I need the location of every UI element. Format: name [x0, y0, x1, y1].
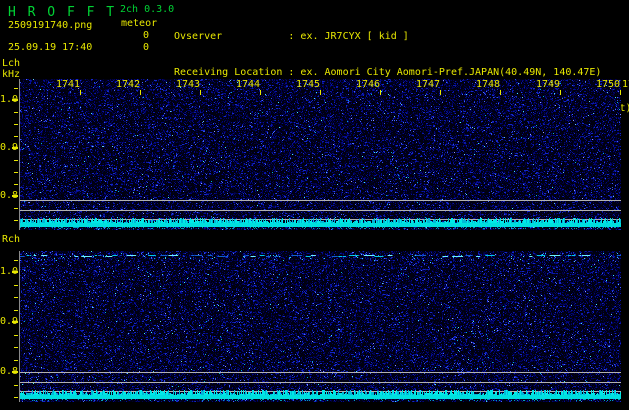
rch-minor-tick	[14, 347, 18, 348]
location-line: Receiving Location : ex. Aomori City Aom…	[174, 67, 602, 78]
long-echo-count: 0	[143, 42, 150, 53]
minute-tick	[260, 90, 261, 95]
time-label: 1746	[356, 79, 381, 90]
time-label: 1744	[236, 79, 261, 90]
rch-minor-tick	[14, 310, 18, 311]
rch-major-tick	[12, 371, 18, 373]
hrofft-window: H R O F F T 2ch 0.3.0 2509191740.png met…	[0, 0, 629, 410]
observer-line: Ovserver : ex. JR7CYX [ kid ]	[174, 31, 409, 42]
app-title: H R O F F T	[8, 5, 117, 20]
lch-minor-tick	[14, 88, 18, 89]
rch-minor-tick	[14, 285, 18, 286]
rch-major-tick	[12, 321, 18, 323]
rch-spectrogram-canvas	[20, 251, 621, 402]
time-label-partial: 1751	[622, 79, 629, 90]
rch-minor-tick	[14, 260, 18, 261]
lch-major-tick	[12, 195, 18, 197]
time-label: 1749	[536, 79, 561, 90]
minute-tick	[380, 90, 381, 95]
time-label: 1741	[56, 79, 81, 90]
mode-label: meteor	[121, 18, 158, 29]
minute-tick	[620, 90, 621, 95]
time-label: 1742	[116, 79, 141, 90]
rch-major-tick	[12, 271, 18, 273]
rch-minor-tick	[14, 385, 18, 386]
lch-minor-tick	[14, 112, 18, 113]
app-version: 2ch 0.3.0	[120, 4, 175, 15]
minute-tick	[140, 90, 141, 95]
lch-minor-tick	[14, 172, 18, 173]
freq-unit-label: kHz	[2, 69, 21, 80]
lch-minor-tick	[14, 208, 18, 209]
lch-minor-tick	[14, 136, 18, 137]
lch-axis-line	[19, 79, 20, 230]
lch-spectrogram-canvas	[20, 79, 621, 230]
lch-minor-tick	[14, 124, 18, 125]
minute-tick	[500, 90, 501, 95]
minute-tick	[560, 90, 561, 95]
minute-tick	[320, 90, 321, 95]
timestamp: 25.09.19 17:40	[8, 42, 93, 53]
lch-minor-tick	[14, 220, 18, 221]
rch-minor-tick	[14, 335, 18, 336]
lch-major-tick	[12, 99, 18, 101]
minute-tick	[440, 90, 441, 95]
meteor-count: 0	[143, 30, 150, 41]
minute-tick	[200, 90, 201, 95]
lch-minor-tick	[14, 160, 18, 161]
output-filename: 2509191740.png	[8, 20, 93, 31]
time-label: 1745	[296, 79, 321, 90]
time-label: 1743	[176, 79, 201, 90]
rch-minor-tick	[14, 297, 18, 298]
rch-minor-tick	[14, 360, 18, 361]
rch-minor-tick	[14, 397, 18, 398]
rch-axis-line	[19, 251, 20, 402]
lch-minor-tick	[14, 184, 18, 185]
time-label: 1747	[416, 79, 441, 90]
time-label: 1748	[476, 79, 501, 90]
time-label: 1750	[596, 79, 621, 90]
rch-panel-label: Rch	[2, 234, 21, 245]
lch-major-tick	[12, 147, 18, 149]
minute-tick	[80, 90, 81, 95]
lch-panel-label: Lch	[2, 58, 21, 69]
